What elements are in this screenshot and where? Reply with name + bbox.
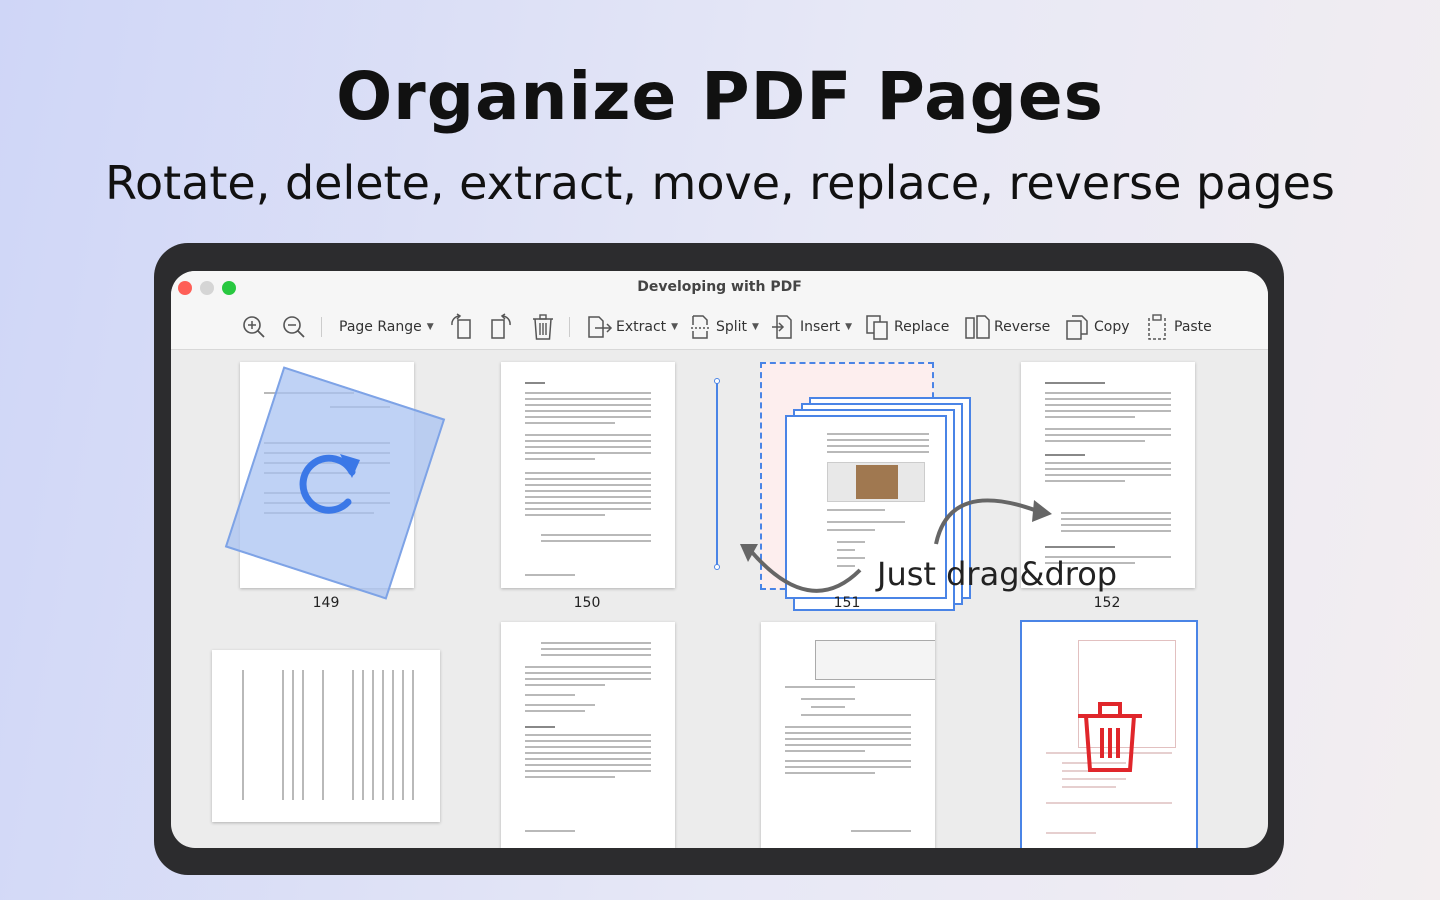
insertion-indicator xyxy=(716,381,718,567)
page-number: 149 xyxy=(312,595,340,611)
insertion-handle xyxy=(714,564,720,570)
reverse-icon xyxy=(965,315,990,339)
insert-label: Insert xyxy=(800,319,841,335)
page-range-label: Page Range xyxy=(339,319,422,335)
chevron-down-icon: ▼ xyxy=(671,322,679,332)
paste-label: Paste xyxy=(1174,319,1212,335)
chevron-down-icon: ▼ xyxy=(752,322,759,332)
drag-arrow-right-icon xyxy=(934,498,1052,545)
extract-icon xyxy=(588,316,613,338)
toolbar-separator xyxy=(569,317,570,337)
chevron-down-icon: ▼ xyxy=(845,322,853,332)
drag-arrow-left-icon xyxy=(740,544,862,593)
zoom-out-button[interactable] xyxy=(281,311,307,343)
drag-drop-caption: Just drag&drop xyxy=(877,555,1118,593)
title-bar: Developing with PDF xyxy=(171,271,1268,305)
copy-icon xyxy=(1066,315,1088,340)
toolbar-separator xyxy=(321,317,322,337)
replace-icon xyxy=(866,315,888,340)
zoom-in-button[interactable] xyxy=(241,311,267,343)
replace-label: Replace xyxy=(894,319,950,335)
split-label: Split xyxy=(716,319,748,335)
page-thumbnail[interactable] xyxy=(501,622,675,848)
extract-button[interactable]: Extract ▼ xyxy=(585,311,678,343)
insert-icon xyxy=(772,315,792,339)
page-number: 152 xyxy=(1093,595,1121,611)
page-thumbnail[interactable] xyxy=(761,622,935,848)
insertion-handle xyxy=(714,378,720,384)
rotate-right-button[interactable] xyxy=(487,311,513,343)
insert-button[interactable]: Insert ▼ xyxy=(771,311,852,343)
rotate-left-button[interactable] xyxy=(449,311,475,343)
page-number: 150 xyxy=(573,595,601,611)
paste-button[interactable]: Paste xyxy=(1145,311,1212,343)
trash-icon xyxy=(1078,702,1142,772)
zoom-in-icon xyxy=(243,316,265,338)
split-icon xyxy=(691,315,709,339)
paste-icon xyxy=(1148,314,1166,340)
zoom-out-icon xyxy=(283,316,305,338)
split-button[interactable]: Split ▼ xyxy=(689,311,759,343)
page-thumbnail[interactable] xyxy=(212,650,440,822)
reverse-button[interactable]: Reverse xyxy=(963,311,1050,343)
replace-button[interactable]: Replace xyxy=(865,311,949,343)
copy-button[interactable]: Copy xyxy=(1065,311,1130,343)
page-image xyxy=(827,462,925,502)
page-thumbnail-selected[interactable] xyxy=(1020,620,1198,848)
page-range-dropdown[interactable]: Page Range ▼ xyxy=(339,311,434,343)
extract-label: Extract xyxy=(616,319,667,335)
rotate-left-icon xyxy=(451,313,471,339)
hero-subtitle: Rotate, delete, extract, move, replace, … xyxy=(105,156,1335,210)
delete-button[interactable] xyxy=(531,311,555,343)
window-title: Developing with PDF xyxy=(637,279,802,295)
trash-icon xyxy=(533,314,553,340)
rotate-arrow-icon xyxy=(299,454,360,514)
copy-label: Copy xyxy=(1094,319,1130,335)
hero-title: Organize PDF Pages xyxy=(336,58,1104,135)
page-thumbnail[interactable] xyxy=(501,362,675,588)
chevron-down-icon: ▼ xyxy=(426,322,434,332)
rotate-right-icon xyxy=(491,313,511,339)
toolbar: Page Range ▼ Extract ▼ Split ▼ Insert ▼ … xyxy=(171,305,1268,350)
reverse-label: Reverse xyxy=(994,319,1051,335)
